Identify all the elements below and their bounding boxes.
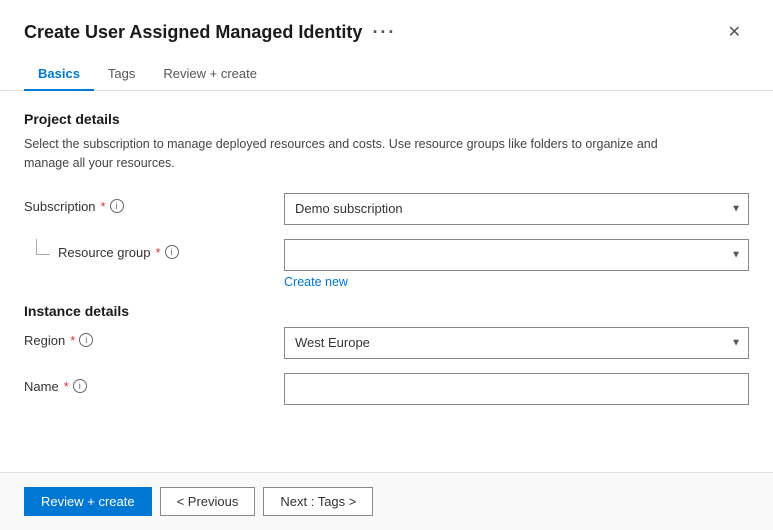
more-options-icon[interactable]: ··· [372, 22, 396, 43]
name-info-icon[interactable]: i [73, 379, 87, 393]
region-label: Region [24, 333, 65, 348]
name-label-col: Name * i [24, 373, 284, 394]
dialog-title-text: Create User Assigned Managed Identity [24, 22, 362, 43]
tab-review-create[interactable]: Review + create [149, 58, 271, 91]
region-row: Region * i West Europe ▼ [24, 327, 749, 359]
instance-section: Instance details Region * i West Europe … [24, 303, 749, 405]
subscription-control: Demo subscription ▼ [284, 193, 749, 225]
region-control: West Europe ▼ [284, 327, 749, 359]
subscription-required: * [101, 199, 106, 214]
resource-group-control: ▼ Create new [284, 239, 749, 289]
subscription-select[interactable]: Demo subscription [284, 193, 749, 225]
create-new-link[interactable]: Create new [284, 275, 348, 289]
resource-group-label: Resource group [58, 245, 151, 260]
tab-bar: Basics Tags Review + create [0, 46, 773, 91]
dialog-title: Create User Assigned Managed Identity ··… [24, 22, 396, 43]
region-select[interactable]: West Europe [284, 327, 749, 359]
name-input[interactable] [284, 373, 749, 405]
project-details-title: Project details [24, 111, 749, 127]
region-required: * [70, 333, 75, 348]
previous-button[interactable]: < Previous [160, 487, 256, 516]
tab-tags[interactable]: Tags [94, 58, 149, 91]
create-dialog: Create User Assigned Managed Identity ··… [0, 0, 773, 530]
region-select-wrapper: West Europe ▼ [284, 327, 749, 359]
resource-group-select[interactable] [284, 239, 749, 271]
subscription-info-icon[interactable]: i [110, 199, 124, 213]
review-create-button[interactable]: Review + create [24, 487, 152, 516]
dialog-body: Project details Select the subscription … [0, 91, 773, 472]
subscription-row: Subscription * i Demo subscription ▼ [24, 193, 749, 225]
dialog-header: Create User Assigned Managed Identity ··… [0, 0, 773, 46]
resource-group-label-col: Resource group * i [24, 239, 284, 260]
resource-group-row: Resource group * i ▼ Create new [24, 239, 749, 289]
next-button[interactable]: Next : Tags > [263, 487, 373, 516]
project-details-desc: Select the subscription to manage deploy… [24, 135, 704, 173]
resource-group-info-icon[interactable]: i [165, 245, 179, 259]
subscription-select-wrapper: Demo subscription ▼ [284, 193, 749, 225]
subscription-label: Subscription [24, 199, 96, 214]
dialog-footer: Review + create < Previous Next : Tags > [0, 472, 773, 530]
tab-basics[interactable]: Basics [24, 58, 94, 91]
region-label-col: Region * i [24, 327, 284, 348]
region-info-icon[interactable]: i [79, 333, 93, 347]
close-button[interactable]: ✕ [720, 18, 749, 46]
subscription-label-col: Subscription * i [24, 193, 284, 214]
name-control [284, 373, 749, 405]
name-row: Name * i [24, 373, 749, 405]
resource-group-select-wrapper: ▼ [284, 239, 749, 271]
resource-group-required: * [156, 245, 161, 260]
name-required: * [64, 379, 69, 394]
name-label: Name [24, 379, 59, 394]
instance-details-title: Instance details [24, 303, 749, 319]
